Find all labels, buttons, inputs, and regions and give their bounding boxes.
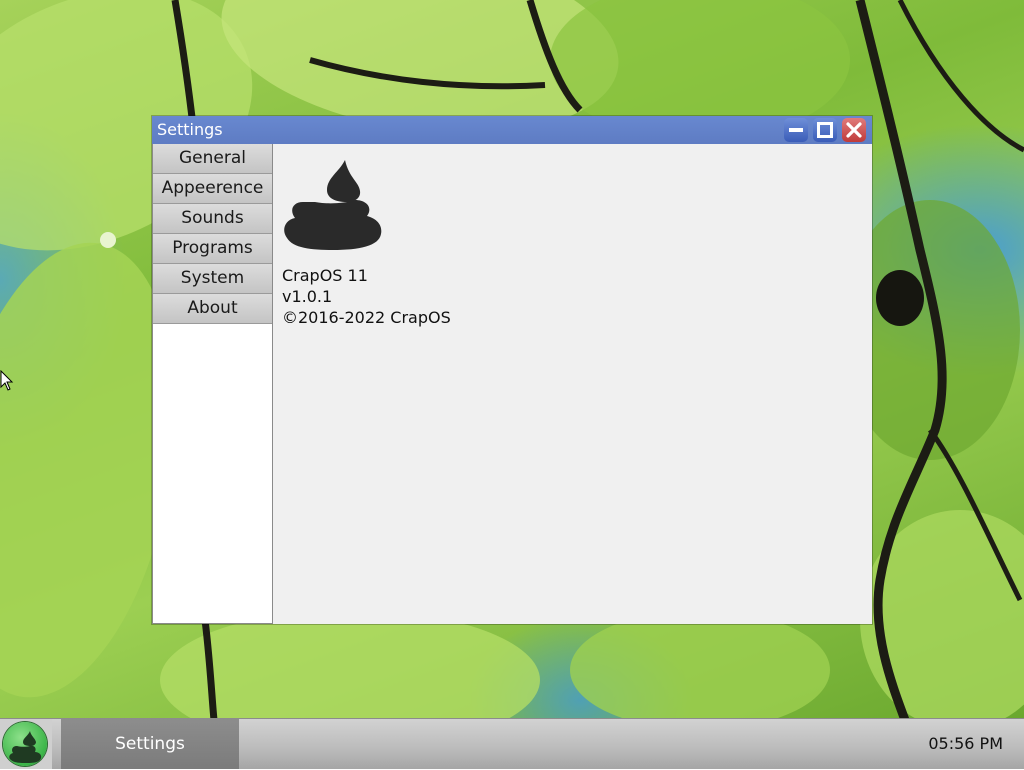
settings-sidebar: General Appeerence Sounds Programs Syste… [152, 144, 273, 624]
sidebar-item-label: Appeerence [161, 178, 264, 198]
about-panel: CrapOS 11 v1.0.1 ©2016-2022 CrapOS [273, 144, 872, 624]
sidebar-item-general[interactable]: General [153, 144, 272, 174]
sidebar-item-label: General [179, 148, 246, 168]
sidebar-item-system[interactable]: System [153, 264, 272, 294]
crapos-logo-icon [9, 731, 42, 763]
product-name: CrapOS 11 [282, 266, 368, 285]
sidebar-item-sounds[interactable]: Sounds [153, 204, 272, 234]
product-version: v1.0.1 [282, 287, 333, 306]
sidebar-item-about[interactable]: About [153, 294, 272, 324]
sidebar-item-label: System [180, 268, 245, 288]
sidebar-item-label: Programs [172, 238, 253, 258]
mouse-cursor-icon [0, 370, 14, 391]
window-title: Settings [157, 120, 223, 139]
close-button[interactable] [842, 118, 866, 142]
sidebar-item-label: About [187, 298, 238, 318]
taskbar: Settings 05:56 PM [0, 718, 1024, 769]
taskbar-item-settings[interactable]: Settings [61, 719, 239, 769]
close-icon [846, 122, 862, 138]
settings-window: Settings General Appeerence Sounds Progr… [152, 116, 872, 624]
copyright-text: ©2016-2022 CrapOS [282, 308, 451, 327]
crapos-logo-icon [284, 160, 382, 250]
maximize-icon [817, 122, 833, 138]
sidebar-item-appearance[interactable]: Appeerence [153, 174, 272, 204]
start-button-circle [3, 722, 47, 766]
start-button[interactable] [0, 719, 52, 769]
taskbar-item-label: Settings [115, 734, 185, 754]
minimize-icon [789, 128, 803, 132]
window-titlebar[interactable]: Settings [152, 116, 872, 144]
system-clock[interactable]: 05:56 PM [928, 719, 1003, 769]
minimize-button[interactable] [784, 118, 808, 142]
sidebar-item-programs[interactable]: Programs [153, 234, 272, 264]
sidebar-item-label: Sounds [181, 208, 244, 228]
maximize-button[interactable] [813, 118, 837, 142]
